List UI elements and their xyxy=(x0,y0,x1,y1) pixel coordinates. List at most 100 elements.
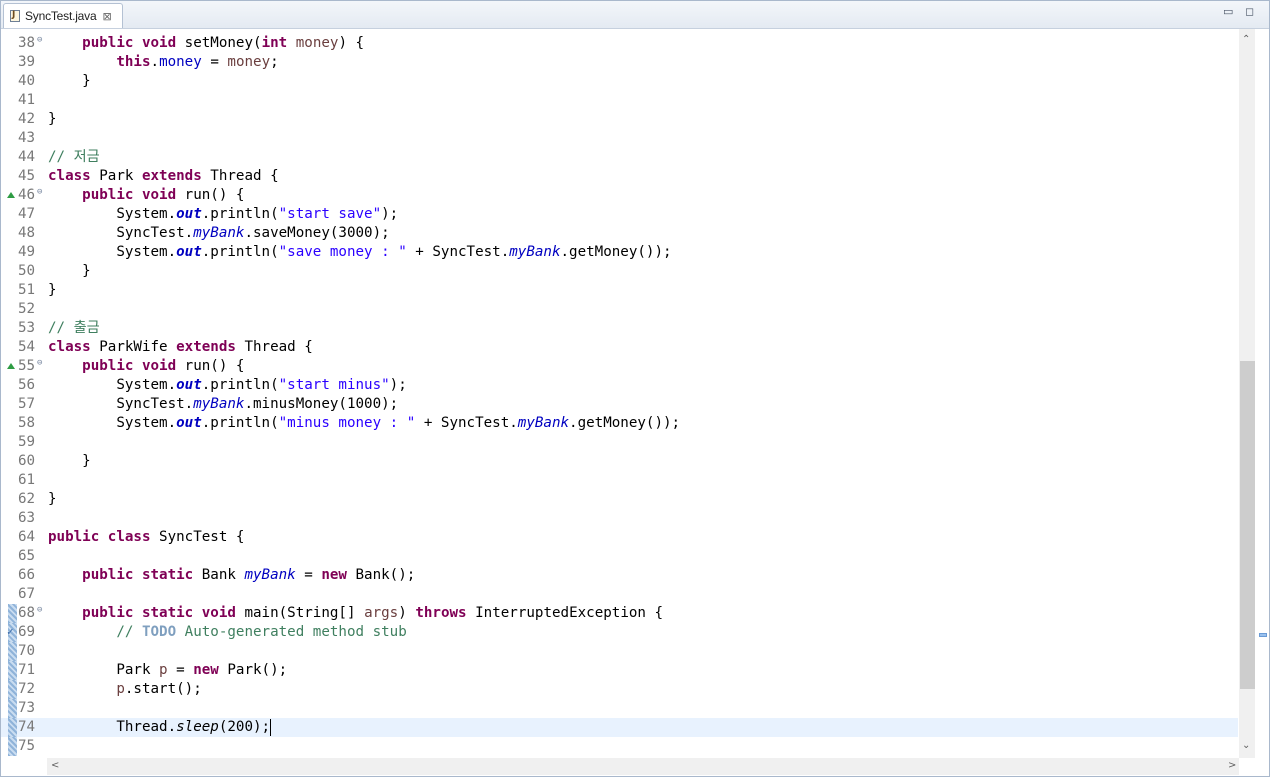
code-text: Park p = new Park(); xyxy=(48,661,287,680)
code-line[interactable]: 57 SyncTest.myBank.minusMoney(1000); xyxy=(1,395,1238,414)
code-token: (200); xyxy=(218,719,271,735)
code-token: InterruptedException { xyxy=(466,605,664,621)
line-number: 72 xyxy=(18,681,36,697)
code-token: main(String[] xyxy=(235,605,365,621)
fold-collapse-icon[interactable]: ⊖ xyxy=(37,187,42,197)
scroll-up-icon[interactable]: ⌃ xyxy=(1242,35,1250,45)
code-token: .getMoney()); xyxy=(569,415,681,431)
code-line[interactable]: 55 ⊖ public void run() { xyxy=(1,357,1238,376)
code-token: . xyxy=(150,54,160,70)
line-number: 65 xyxy=(18,548,36,564)
fold-collapse-icon[interactable]: ⊖ xyxy=(37,605,42,615)
fold-collapse-icon[interactable]: ⊖ xyxy=(37,35,42,45)
tab-synctest-java[interactable]: SyncTest.java ⊠ xyxy=(3,3,123,28)
code-line[interactable]: 51} xyxy=(1,281,1238,300)
line-number: 56 xyxy=(18,377,36,393)
code-text: } xyxy=(48,490,57,509)
code-token: void xyxy=(141,187,177,203)
code-line[interactable]: 75 xyxy=(1,737,1238,756)
maximize-icon[interactable]: ◻ xyxy=(1245,6,1254,17)
code-line[interactable]: 73 xyxy=(1,699,1238,718)
code-token: .println( xyxy=(201,206,279,222)
code-line[interactable]: 52 xyxy=(1,300,1238,319)
code-line[interactable]: 38 ⊖ public void setMoney(int money) { xyxy=(1,34,1238,53)
code-token: myBank xyxy=(517,415,570,431)
code-line[interactable]: 53 // 출금 xyxy=(1,319,1238,338)
code-line[interactable]: 60 } xyxy=(1,452,1238,471)
code-line[interactable]: 41 xyxy=(1,91,1238,110)
code-line[interactable]: 44 // 저금 xyxy=(1,148,1238,167)
code-token: out xyxy=(176,206,202,222)
fold-collapse-icon[interactable]: ⊖ xyxy=(37,358,42,368)
code-token: extends xyxy=(141,168,202,184)
code-line[interactable]: 61 xyxy=(1,471,1238,490)
override-marker-icon[interactable] xyxy=(7,192,15,198)
code-line[interactable]: 59 xyxy=(1,433,1238,452)
code-line[interactable]: 64 public class SyncTest { xyxy=(1,528,1238,547)
code-line[interactable]: 46 ⊖ public void run() { xyxy=(1,186,1238,205)
code-token: .saveMoney(3000); xyxy=(244,225,390,241)
task-overview-marker[interactable] xyxy=(1259,633,1267,637)
line-number: 44 xyxy=(18,149,36,165)
code-token: = xyxy=(295,567,322,583)
code-line[interactable]: 49 System.out.println("save money : " + … xyxy=(1,243,1238,262)
code-line[interactable]: 42} xyxy=(1,110,1238,129)
code-line[interactable]: 71 Park p = new Park(); xyxy=(1,661,1238,680)
code-line[interactable]: 58 System.out.println("minus money : " +… xyxy=(1,414,1238,433)
line-number: 39 xyxy=(18,54,36,70)
code-line[interactable]: 68 ⊖ public static void main(String[] arg… xyxy=(1,604,1238,623)
code-token: Bank xyxy=(193,567,245,583)
editor-window: SyncTest.java ⊠ ▭ ◻ 38⊖ public void setM… xyxy=(0,0,1270,777)
code-token: SyncTest. xyxy=(48,225,194,241)
code-token: class xyxy=(48,168,91,184)
code-line[interactable]: 43 xyxy=(1,129,1238,148)
code-token: "start save" xyxy=(278,206,382,222)
code-token: p xyxy=(159,662,168,678)
scroll-down-icon[interactable]: ⌄ xyxy=(1242,741,1250,751)
code-line[interactable]: 65 xyxy=(1,547,1238,566)
code-line[interactable]: 50 } xyxy=(1,262,1238,281)
code-line[interactable]: 47 System.out.println("start save"); xyxy=(1,205,1238,224)
line-number: 42 xyxy=(18,111,36,127)
line-number: 41 xyxy=(18,92,36,108)
vertical-scrollbar-thumb[interactable] xyxy=(1240,361,1255,689)
code-token: ); xyxy=(381,206,399,222)
task-marker-icon[interactable]: ✓ xyxy=(7,626,14,638)
code-line[interactable]: 56 System.out.println("start minus"); xyxy=(1,376,1238,395)
code-line[interactable]: 40 } xyxy=(1,72,1238,91)
code-line[interactable]: 70 xyxy=(1,642,1238,661)
code-token: static xyxy=(141,567,194,583)
code-line[interactable]: 63 xyxy=(1,509,1238,528)
code-token: money xyxy=(159,54,202,70)
line-number: 64 xyxy=(18,529,36,545)
minimize-icon[interactable]: ▭ xyxy=(1223,6,1233,17)
code-token: .println( xyxy=(201,377,279,393)
scroll-left-icon[interactable]: < xyxy=(51,761,59,771)
code-line[interactable]: 54 class ParkWife extends Thread { xyxy=(1,338,1238,357)
code-line[interactable]: 45 class Park extends Thread { xyxy=(1,167,1238,186)
horizontal-scrollbar[interactable] xyxy=(47,758,1239,775)
scroll-right-icon[interactable]: > xyxy=(1228,761,1236,771)
close-icon[interactable]: ⊠ xyxy=(102,11,111,22)
code-line[interactable]: 66 public static Bank myBank = new Bank(… xyxy=(1,566,1238,585)
override-marker-icon[interactable] xyxy=(7,363,15,369)
code-line[interactable]: 74 Thread.sleep(200); xyxy=(1,718,1238,737)
code-token: Thread { xyxy=(201,168,279,184)
code-line[interactable]: ✓ 69 // TODO Auto-generated method stub xyxy=(1,623,1238,642)
code-token: Thread. xyxy=(48,719,177,735)
code-line[interactable]: 72 p.start(); xyxy=(1,680,1238,699)
code-editor[interactable]: 38 ⊖ public void setMoney(int money) {39 … xyxy=(1,29,1238,758)
code-token: // 출금 xyxy=(48,320,100,336)
overview-ruler[interactable] xyxy=(1256,29,1269,758)
code-line[interactable]: 39 this.money = money; xyxy=(1,53,1238,72)
line-number: 45 xyxy=(18,168,36,184)
code-line[interactable]: 48 SyncTest.myBank.saveMoney(3000); xyxy=(1,224,1238,243)
code-token: args xyxy=(364,605,399,621)
code-line[interactable]: 67 xyxy=(1,585,1238,604)
code-line[interactable]: 62} xyxy=(1,490,1238,509)
code-token: money xyxy=(295,35,339,51)
change-marker xyxy=(8,642,17,661)
code-token: setMoney( xyxy=(176,35,262,51)
